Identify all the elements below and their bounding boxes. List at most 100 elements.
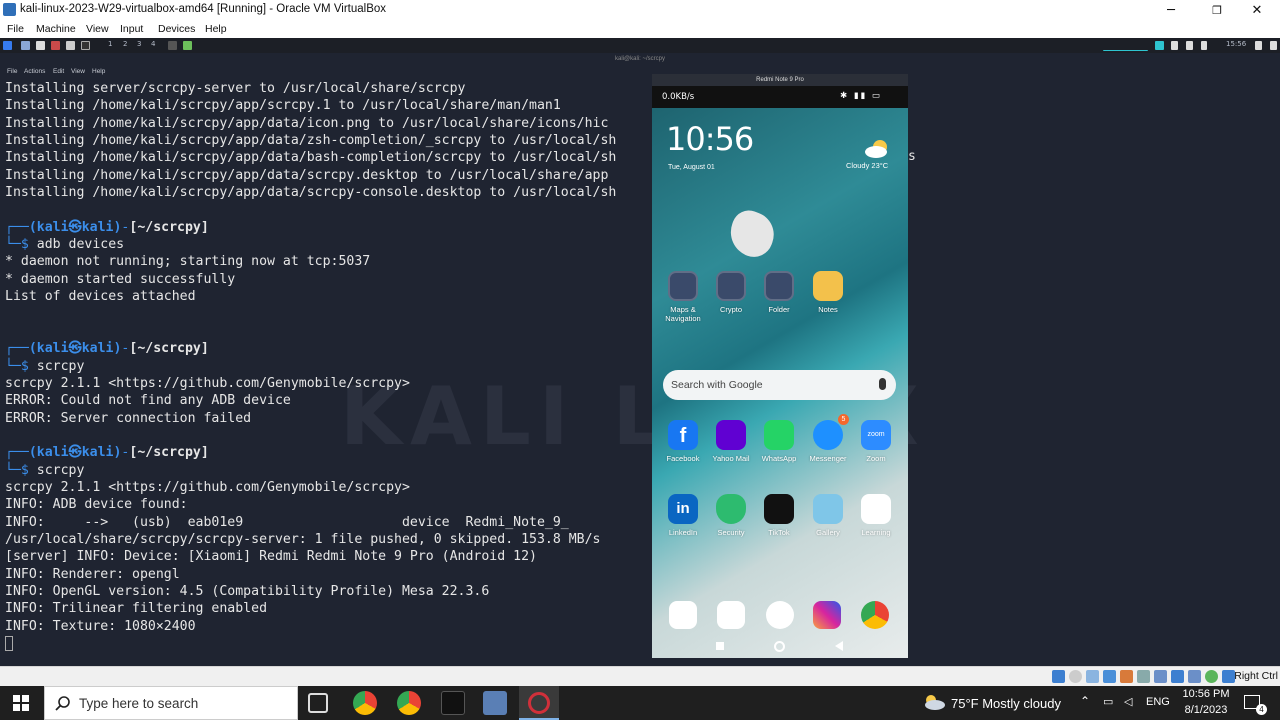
dock-messages-icon[interactable] (717, 601, 745, 629)
terminal-menu-help[interactable]: Help (92, 68, 105, 75)
app-zoom[interactable]: zoom Zoom (852, 420, 900, 463)
close-button[interactable]: ✕ (1234, 1, 1280, 20)
app-crypto[interactable]: Crypto (707, 271, 755, 314)
app-gallery[interactable]: Gallery (804, 494, 852, 537)
vbox-optical-icon[interactable] (1069, 670, 1082, 683)
workspace-1[interactable]: 1 (108, 40, 112, 48)
tray-time[interactable]: 10:56 PM (1181, 688, 1231, 700)
taskbar-search-placeholder: Type here to search (79, 696, 199, 711)
scrcpy-window[interactable]: Redmi Note 9 Pro 0.0KB/s ✱ ▮▮ ▭ 10:56 Tu… (652, 74, 908, 658)
vbox-keyboard-icon[interactable] (1222, 670, 1235, 683)
prompt-path: [~/scrcpy] (129, 445, 209, 461)
vbox-mouse-icon[interactable] (1205, 670, 1218, 683)
kali-menu-icon[interactable] (3, 41, 12, 50)
terminal-launcher-icon[interactable] (81, 41, 90, 50)
taskbar-virtualbox-manager-icon[interactable] (483, 691, 507, 715)
mic-icon[interactable] (879, 378, 886, 390)
terminal-line: ERROR: Server connection failed (5, 410, 252, 426)
vbox-cpu-icon[interactable] (1188, 670, 1201, 683)
app-maps[interactable]: Maps & Navigation (659, 271, 707, 323)
volume-icon[interactable] (1171, 41, 1178, 50)
menu-help[interactable]: Help (205, 23, 227, 35)
tray-date[interactable]: 8/1/2023 (1181, 704, 1231, 716)
taskbar-terminal-icon[interactable] (441, 691, 465, 715)
task-terminal-icon[interactable] (168, 41, 177, 50)
vbox-recording-icon[interactable] (1171, 670, 1184, 683)
terminal-menu-file[interactable]: File (7, 68, 17, 75)
google-search-bar[interactable]: Search with Google (663, 370, 896, 400)
phone-clock[interactable]: 10:56 (666, 120, 754, 158)
dock-phone-icon[interactable] (669, 601, 697, 629)
terminal-menubar: File Actions Edit View Help (0, 65, 650, 77)
taskbar-weather-icon[interactable] (921, 693, 945, 711)
terminal-line: Installing /home/kali/scrcpy/app/data/sc… (5, 167, 609, 183)
tray-volume-icon[interactable]: ◁ (1124, 695, 1132, 708)
prompt-user: (kali㉿kali) (28, 341, 122, 357)
app-security[interactable]: Security (707, 494, 755, 537)
network-icon[interactable] (1155, 41, 1164, 50)
taskbar-chrome-profile-icon[interactable] (397, 691, 421, 715)
terminal-cursor (5, 635, 13, 651)
taskbar-chrome-icon[interactable] (353, 691, 377, 715)
minimize-button[interactable]: ─ (1148, 1, 1194, 20)
app-whatsapp[interactable]: WhatsApp (755, 420, 803, 463)
recents-button-icon[interactable] (716, 642, 724, 650)
phone-screen[interactable]: 0.0KB/s ✱ ▮▮ ▭ 10:56 Tue, August 01 Clou… (652, 86, 908, 658)
app-linkedin[interactable]: in LinkedIn (659, 494, 707, 537)
vbox-display-icon[interactable] (1154, 670, 1167, 683)
dock-chrome-icon[interactable] (861, 601, 889, 629)
wallpaper-rock (723, 205, 781, 263)
task-scrcpy-icon[interactable] (183, 41, 192, 50)
back-button-icon[interactable] (835, 641, 843, 651)
dock-camera-icon[interactable] (766, 601, 794, 629)
terminal-line: Installing /home/kali/scrcpy/app/data/zs… (5, 133, 617, 149)
menu-machine[interactable]: Machine (36, 23, 76, 35)
app-learning[interactable]: Learning (852, 494, 900, 537)
power-icon[interactable] (1186, 41, 1193, 50)
vbox-network-icon[interactable] (1103, 670, 1116, 683)
app-folder[interactable]: Folder (755, 271, 803, 314)
vbox-hdd-icon[interactable] (1052, 670, 1065, 683)
menu-file[interactable]: File (7, 23, 24, 35)
prompt-user: (kali㉿kali) (28, 445, 122, 461)
workspace-4[interactable]: 4 (151, 40, 155, 48)
windows-start-icon[interactable] (13, 695, 29, 711)
home-button-icon[interactable] (774, 641, 785, 652)
tray-language[interactable]: ENG (1146, 696, 1170, 708)
taskbar-active-vm[interactable] (519, 686, 559, 720)
menu-devices[interactable]: Devices (158, 23, 195, 35)
taskbar-search-box[interactable]: Type here to search (44, 686, 298, 720)
app-messenger[interactable]: Messenger 5 (804, 414, 852, 463)
kali-top-panel: 1 2 3 4 15:56 (0, 38, 1280, 53)
show-desktop-icon[interactable] (21, 41, 30, 50)
workspace-3[interactable]: 3 (137, 40, 141, 48)
terminal-output[interactable]: Installing server/scrcpy-server to /usr/… (5, 80, 650, 660)
tray-chevron-icon[interactable]: ⌃ (1080, 694, 1090, 708)
terminal-line: INFO: OpenGL version: 4.5 (Compatibility… (5, 583, 490, 599)
tray-network-icon[interactable]: ▭ (1103, 695, 1113, 708)
task-view-icon[interactable] (308, 693, 328, 713)
prompt-user: (kali㉿kali) (28, 219, 122, 235)
file-manager-icon[interactable] (36, 41, 45, 50)
vbox-usb-icon[interactable] (1120, 670, 1133, 683)
taskbar-weather[interactable]: 75°F Mostly cloudy (951, 696, 1061, 711)
menu-view[interactable]: View (86, 23, 109, 35)
menu-input[interactable]: Input (120, 23, 143, 35)
vbox-audio-icon[interactable] (1086, 670, 1099, 683)
notification-bell-icon[interactable] (1201, 41, 1207, 50)
browser-icon[interactable] (51, 41, 60, 50)
workspace-2[interactable]: 2 (123, 40, 127, 48)
terminal-menu-actions[interactable]: Actions (24, 68, 45, 75)
vbox-shared-folder-icon[interactable] (1137, 670, 1150, 683)
app-notes[interactable]: Notes (804, 271, 852, 314)
app-facebook[interactable]: f Facebook (659, 420, 707, 463)
logout-icon[interactable] (1270, 41, 1277, 50)
lock-icon[interactable] (1255, 41, 1262, 50)
app-tiktok[interactable]: TikTok (755, 494, 803, 537)
terminal-menu-edit[interactable]: Edit (53, 68, 64, 75)
app-yahoo-mail[interactable]: Yahoo Mail (707, 420, 755, 463)
prompt-path: [~/scrcpy] (129, 219, 209, 235)
dock-instagram-icon[interactable] (813, 601, 841, 629)
text-editor-icon[interactable] (66, 41, 75, 50)
terminal-menu-view[interactable]: View (71, 68, 85, 75)
